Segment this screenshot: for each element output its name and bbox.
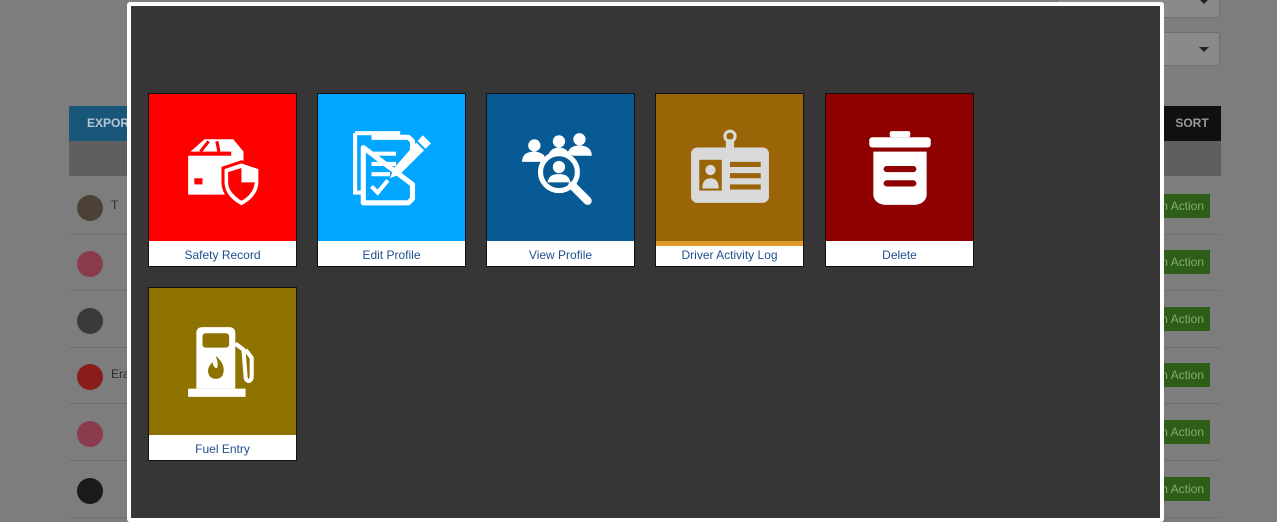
avatar (77, 195, 103, 221)
safety-record-face (149, 94, 296, 241)
chevron-down-icon (1199, 0, 1209, 4)
truck-shield-icon (185, 138, 261, 209)
people-search-icon (521, 132, 592, 205)
safety-record-tile[interactable]: Safety Record (148, 93, 297, 267)
tile-label: Edit Profile (362, 248, 421, 262)
tile-label: Driver Activity Log (681, 248, 778, 262)
action-button[interactable]: n Action (1156, 420, 1210, 444)
tile-label: Safety Record (184, 248, 261, 262)
avatar (77, 421, 103, 447)
avatar (77, 251, 103, 277)
tile-label: Delete (882, 248, 917, 262)
tile-label: Fuel Entry (195, 442, 250, 456)
chevron-down-icon (1199, 47, 1209, 52)
driver-activity-log-tile[interactable]: Driver Activity Log (655, 93, 804, 267)
avatar (77, 478, 103, 504)
fuel-entry-tile[interactable]: Fuel Entry (148, 287, 297, 461)
view-profile-face (487, 94, 634, 241)
fuel-pump-icon (187, 326, 254, 397)
view-profile-tile[interactable]: View Profile (486, 93, 635, 267)
actions-modal: Safety Record Edit Profile View Profile … (127, 2, 1164, 522)
id-badge-icon (690, 129, 769, 203)
edit-profile-tile[interactable]: Edit Profile (317, 93, 466, 267)
delete-face (826, 94, 973, 241)
fuel-entry-face (149, 288, 296, 435)
action-button[interactable]: n Action (1156, 194, 1210, 218)
edit-document-icon (352, 130, 431, 205)
action-button[interactable]: n Action (1156, 250, 1210, 274)
driver-activity-log-face (656, 94, 803, 241)
action-button[interactable]: n Action (1156, 307, 1210, 331)
action-button[interactable]: n Action (1156, 363, 1210, 387)
edit-profile-face (318, 94, 465, 241)
driver-name: T (111, 198, 119, 212)
action-button[interactable]: n Action (1156, 477, 1210, 501)
tile-label: View Profile (528, 248, 593, 262)
sort-button[interactable]: SORT (1155, 106, 1221, 141)
avatar (77, 308, 103, 334)
trash-icon (868, 130, 931, 205)
avatar (77, 364, 103, 390)
delete-tile[interactable]: Delete (825, 93, 974, 267)
